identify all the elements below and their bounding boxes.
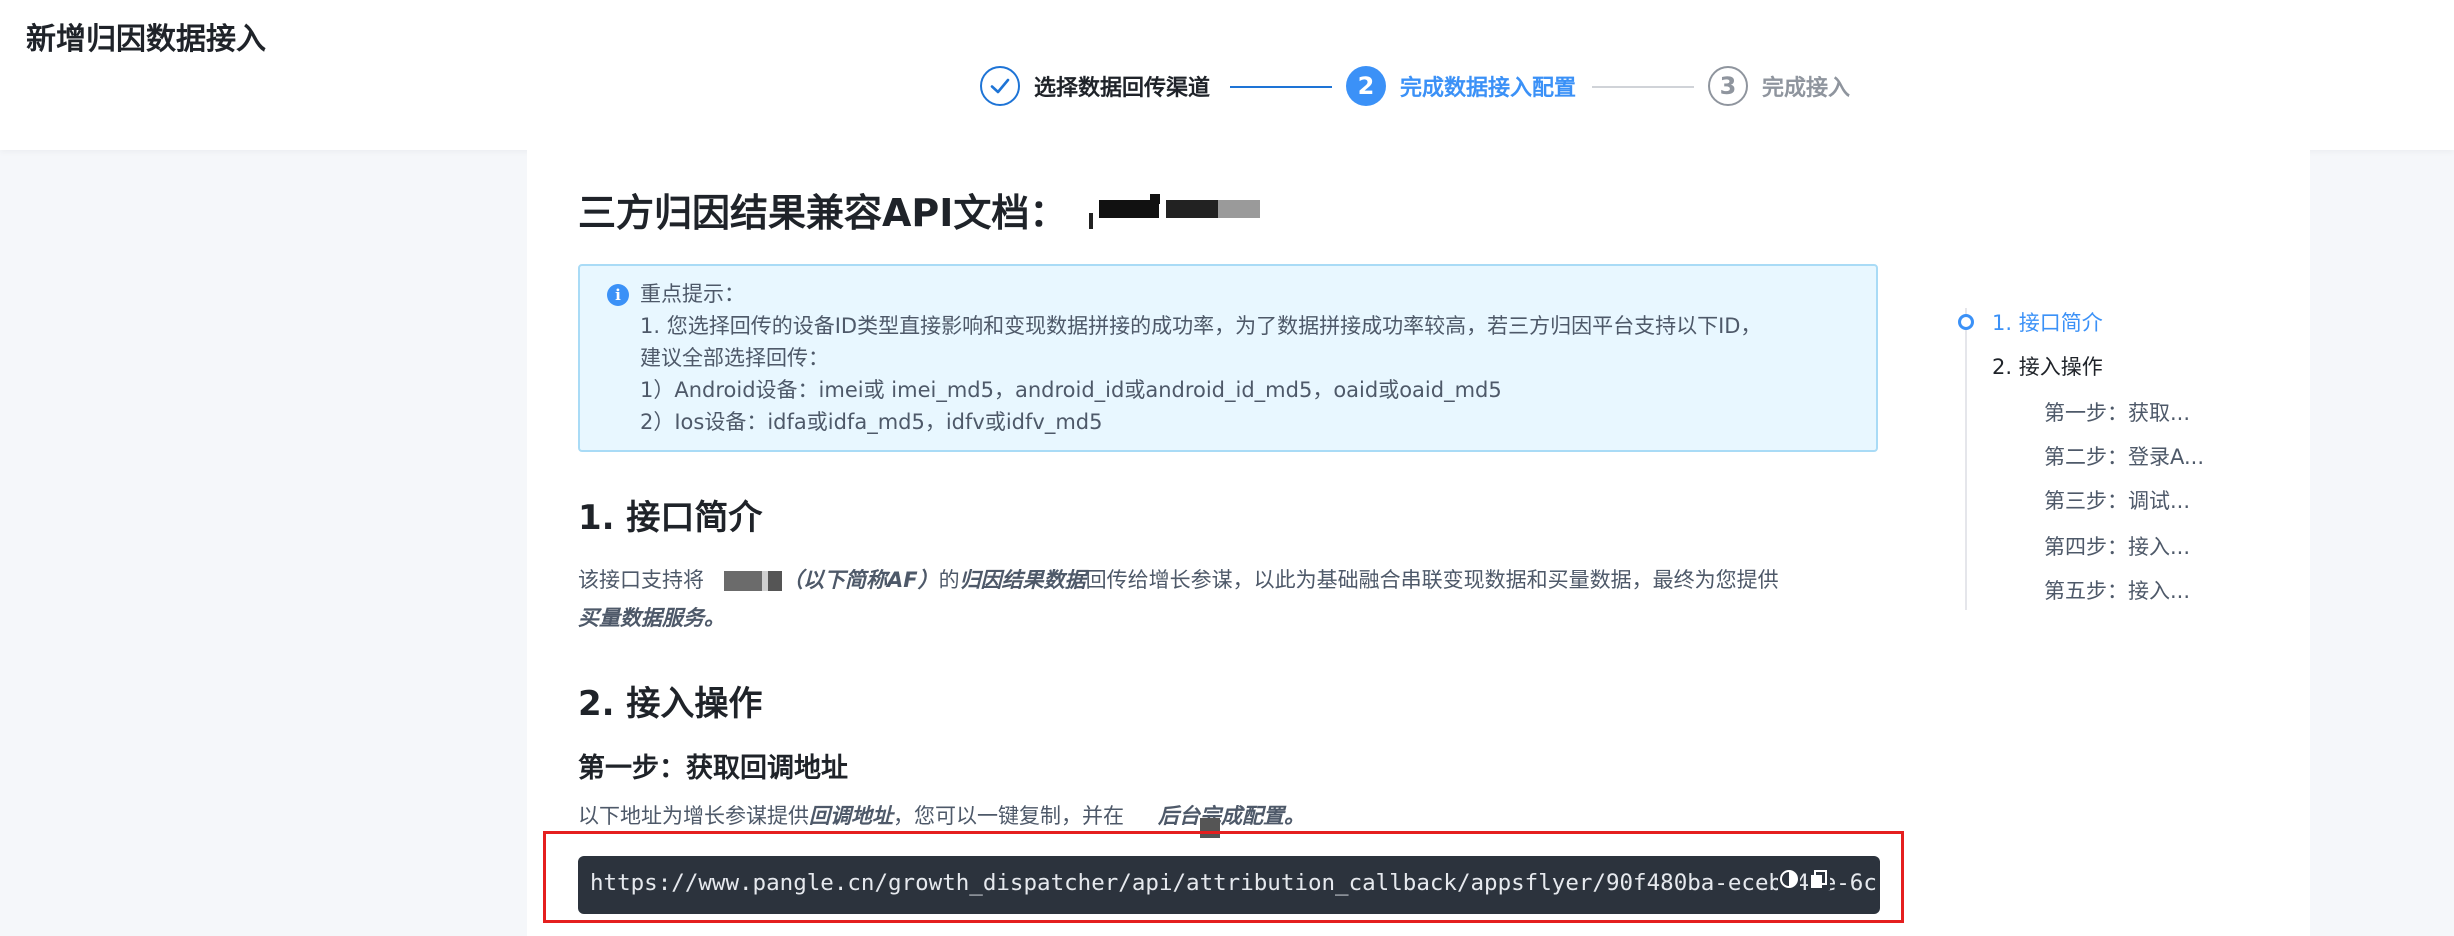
notice-line: 建议全部选择回传：: [640, 346, 829, 370]
toc-active-dot: [1958, 314, 1974, 330]
section-heading-intro: 1. 接口简介: [578, 498, 763, 538]
header-bar: 新增归因数据接入 选择数据回传渠道 2 完成数据接入配置 3 完成接入: [0, 0, 2454, 150]
toc-item-step5[interactable]: 第五步：接入...: [2044, 575, 2190, 605]
step1-paragraph: 以下地址为增长参谋提供回调地址，您可以一键复制，并在 后台完成配置。: [578, 804, 1305, 828]
step-connector: [1230, 86, 1332, 88]
step-select-channel: 选择数据回传渠道: [980, 64, 1210, 108]
toc-item-intro[interactable]: 1. 接口简介: [1992, 307, 2103, 337]
step-finish: 3 完成接入: [1708, 64, 1850, 108]
step1-heading: 第一步：获取回调地址: [578, 753, 848, 784]
doc-title: 三方归因结果兼容API文档：: [578, 191, 1068, 235]
info-icon: i: [607, 284, 629, 306]
section-heading-integration: 2. 接入操作: [578, 684, 763, 724]
toc-item-step3[interactable]: 第三步：调试...: [2044, 485, 2190, 515]
step-label: 选择数据回传渠道: [1034, 76, 1211, 101]
toc-item-step1[interactable]: 第一步：获取...: [2044, 397, 2190, 427]
page-title: 新增归因数据接入: [26, 22, 266, 57]
notice-line: 2）Ios设备：idfa或idfa_md5，idfv或idfv_md5: [640, 410, 1103, 434]
step-number: 3: [1708, 66, 1748, 106]
check-icon: [980, 66, 1020, 106]
intro-paragraph-line2: 买量数据服务。: [578, 606, 725, 630]
toc-item-step2[interactable]: 第二步：登录A...: [2044, 441, 2204, 471]
notice-box: i 重点提示： 1. 您选择回传的设备ID类型直接影响和变现数据拼接的成功率，为…: [578, 264, 1878, 452]
notice-line: 1. 您选择回传的设备ID类型直接影响和变现数据拼接的成功率，为了数据拼接成功率…: [640, 314, 1762, 338]
step-number: 2: [1346, 66, 1386, 106]
notice-line: 1）Android设备：imei或 imei_md5，android_id或an…: [640, 378, 1502, 402]
notice-title: 重点提示：: [640, 282, 745, 306]
highlight-annotation: [543, 831, 1904, 923]
toc-track: [1965, 308, 1967, 610]
step-connector: [1592, 86, 1694, 88]
step-config: 2 完成数据接入配置: [1346, 64, 1576, 108]
toc-item-step4[interactable]: 第四步：接入...: [2044, 531, 2190, 561]
step-label: 完成数据接入配置: [1400, 76, 1577, 101]
redacted-name: [704, 571, 782, 591]
intro-paragraph: 该接口支持将 （以下简称AF）的归因结果数据回传给增长参谋，以此为基础融合串联变现…: [578, 568, 1779, 592]
step-label: 完成接入: [1762, 76, 1851, 101]
toc-item-integration[interactable]: 2. 接入操作: [1992, 351, 2103, 381]
